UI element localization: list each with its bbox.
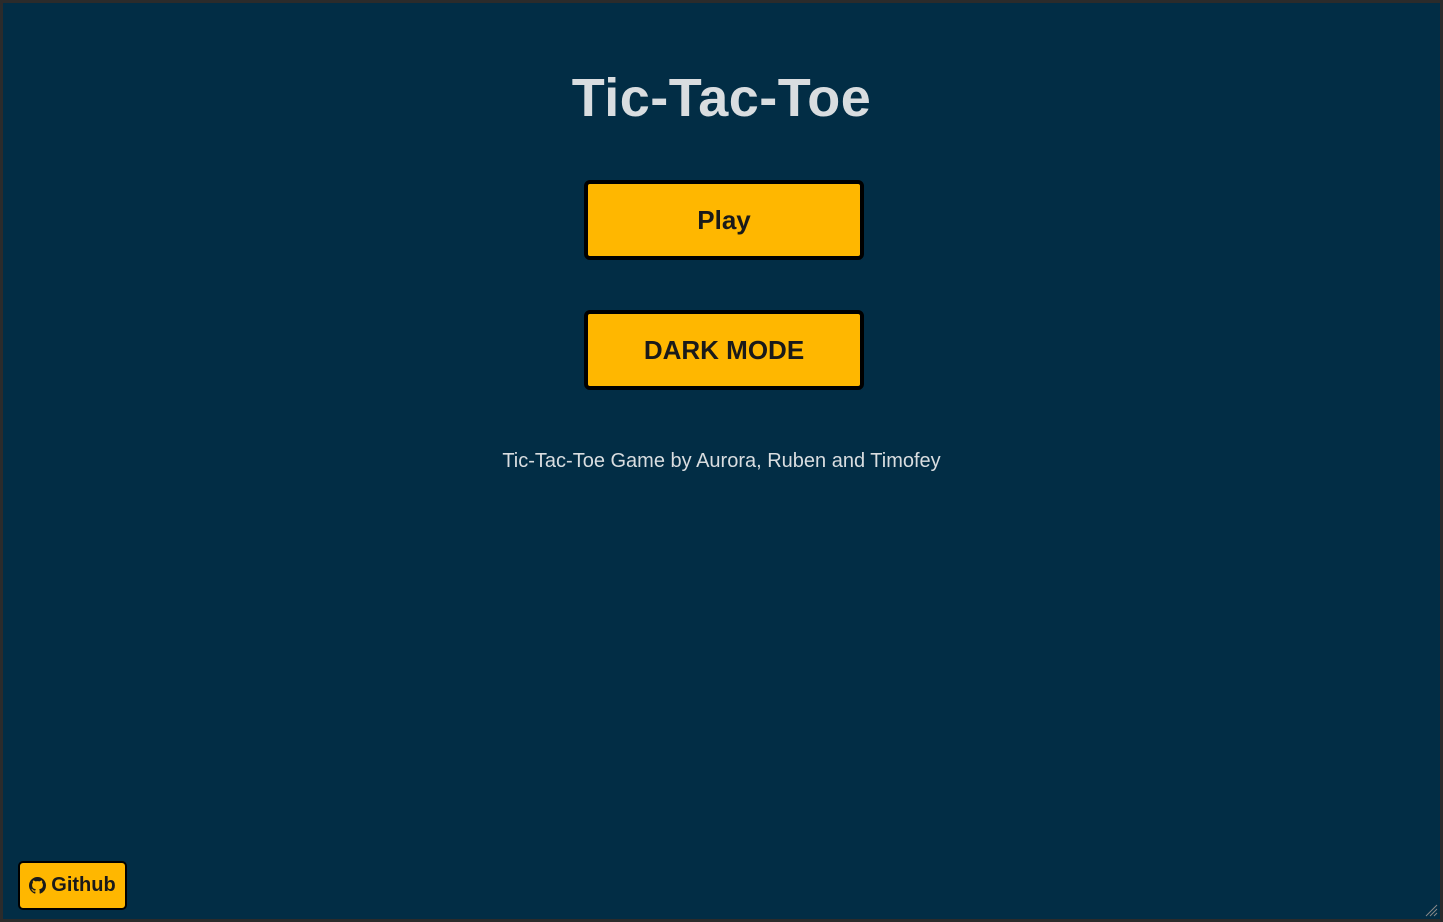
github-icon	[29, 877, 47, 894]
github-button[interactable]: Github	[18, 861, 127, 910]
app-window: Tic-Tac-Toe Play DARK MODE Tic-Tac-Toe G…	[0, 0, 1443, 922]
dark-mode-button[interactable]: DARK MODE	[584, 310, 864, 390]
page-title: Tic-Tac-Toe	[571, 68, 872, 128]
play-button[interactable]: Play	[584, 180, 864, 260]
github-label: Github	[51, 874, 116, 896]
resize-handle-icon[interactable]	[1424, 903, 1438, 917]
credits-text: Tic-Tac-Toe Game by Aurora, Ruben and Ti…	[502, 450, 941, 472]
